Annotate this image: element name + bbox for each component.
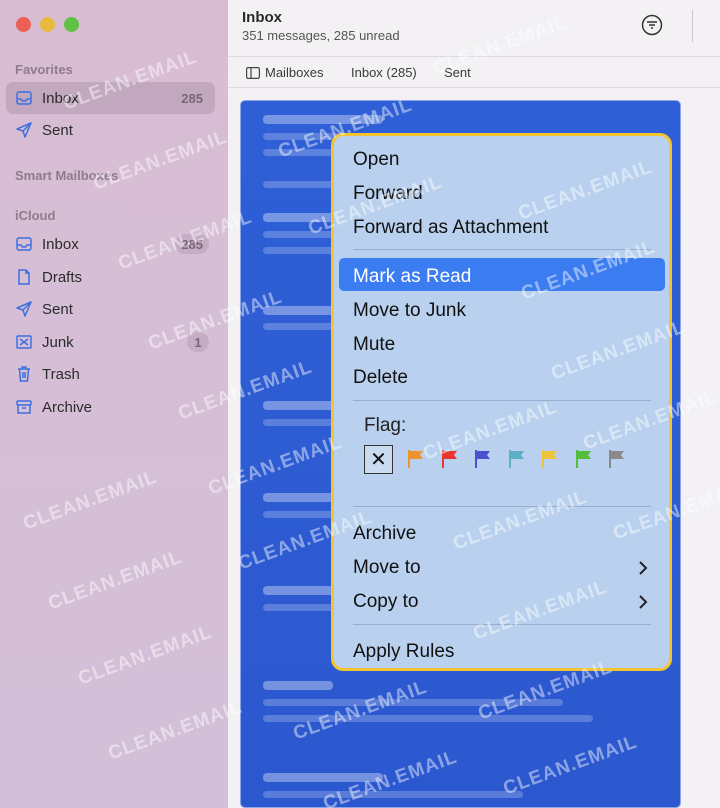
list-item <box>263 773 383 782</box>
archive-icon <box>15 398 33 416</box>
tab-bar: Mailboxes Inbox (285) Sent <box>228 56 720 88</box>
list-item <box>263 681 333 690</box>
filter-icon[interactable] <box>641 14 663 36</box>
list-item <box>263 115 383 124</box>
trash-icon <box>15 365 33 383</box>
unread-count-badge: 285 <box>175 234 209 254</box>
context-menu: Open Forward Forward as Attachment Mark … <box>331 133 672 671</box>
flag-green-icon[interactable] <box>573 448 595 470</box>
tab-inbox[interactable]: Inbox (285) <box>351 65 417 80</box>
menu-item-mark-as-read[interactable]: Mark as Read <box>353 266 471 288</box>
junk-icon <box>15 333 33 351</box>
flag-picker: ✕ <box>364 444 640 474</box>
sidebar-item-icloud-drafts[interactable]: Drafts <box>6 261 215 293</box>
sidebar-item-icloud-sent[interactable]: Sent <box>6 293 215 325</box>
flag-orange-icon[interactable] <box>405 448 427 470</box>
menu-separator <box>353 400 651 401</box>
menu-item-copy-to[interactable]: Copy to <box>353 591 418 613</box>
clear-flag-button[interactable]: ✕ <box>364 444 393 474</box>
menu-item-forward-as-attachment[interactable]: Forward as Attachment <box>353 217 548 239</box>
sidebar-item-label: Junk <box>42 333 74 351</box>
icloud-section-label: iCloud <box>15 208 56 223</box>
chevron-right-icon <box>639 561 648 575</box>
sidebar-item-favorites-inbox[interactable]: Inbox 285 <box>6 82 215 114</box>
tab-label: Mailboxes <box>265 65 324 80</box>
flag-red-icon[interactable] <box>439 448 461 470</box>
inbox-icon <box>15 89 33 107</box>
list-item <box>263 791 523 798</box>
flag-label: Flag: <box>364 415 407 436</box>
menu-item-mute[interactable]: Mute <box>353 334 395 356</box>
zoom-window-button[interactable] <box>64 17 79 32</box>
inbox-icon <box>15 235 33 253</box>
menu-item-forward[interactable]: Forward <box>353 183 423 205</box>
junk-count-badge: 1 <box>187 332 209 352</box>
menu-item-apply-rules[interactable]: Apply Rules <box>353 641 454 663</box>
sidebar-item-icloud-archive[interactable]: Archive <box>6 391 215 423</box>
drafts-icon <box>15 268 33 286</box>
unread-count-badge: 285 <box>181 90 203 106</box>
sidebar-item-label: Inbox <box>42 235 79 253</box>
menu-separator <box>353 506 651 507</box>
flag-yellow-icon[interactable] <box>539 448 561 470</box>
sidebar-item-label: Drafts <box>42 268 83 286</box>
sidebar-toggle-icon <box>246 66 260 79</box>
window-controls <box>16 17 79 32</box>
minimize-window-button[interactable] <box>40 17 55 32</box>
smart-mailboxes-section-label: Smart Mailboxes <box>15 168 119 183</box>
menu-item-move-to-junk[interactable]: Move to Junk <box>353 300 466 322</box>
tab-label: Inbox (285) <box>351 65 417 80</box>
sidebar: Favorites Inbox 285 Sent Smart Mailboxes… <box>0 0 228 808</box>
menu-item-move-to[interactable]: Move to <box>353 557 421 579</box>
flag-purple-icon[interactable] <box>472 448 494 470</box>
sidebar-item-icloud-junk[interactable]: Junk 1 <box>6 326 215 358</box>
menu-item-delete[interactable]: Delete <box>353 367 408 389</box>
mailbox-subtitle: 351 messages, 285 unread <box>242 28 400 43</box>
chevron-right-icon <box>639 595 648 609</box>
sidebar-item-icloud-inbox[interactable]: Inbox 285 <box>6 228 215 260</box>
menu-item-archive[interactable]: Archive <box>353 523 416 545</box>
toolbar-divider <box>692 10 693 42</box>
tab-label: Sent <box>444 65 471 80</box>
sidebar-item-label: Trash <box>42 365 80 383</box>
favorites-section-label: Favorites <box>15 62 73 77</box>
sidebar-item-favorites-sent[interactable]: Sent <box>6 114 215 146</box>
sidebar-item-label: Sent <box>42 300 73 318</box>
list-item <box>263 715 593 722</box>
close-window-button[interactable] <box>16 17 31 32</box>
menu-separator <box>353 624 651 625</box>
sidebar-item-label: Inbox <box>42 89 79 107</box>
menu-item-open[interactable]: Open <box>353 149 399 171</box>
sidebar-item-icloud-trash[interactable]: Trash <box>6 358 215 390</box>
sent-icon <box>15 300 33 318</box>
tab-mailboxes[interactable]: Mailboxes <box>246 65 324 80</box>
mailbox-title: Inbox <box>242 9 282 26</box>
sidebar-item-label: Archive <box>42 398 93 416</box>
flag-blue-icon[interactable] <box>506 448 528 470</box>
list-item <box>263 699 563 706</box>
menu-separator <box>353 249 651 250</box>
sidebar-item-label: Sent <box>42 121 73 139</box>
sent-icon <box>15 121 33 139</box>
flag-gray-icon[interactable] <box>606 448 628 470</box>
tab-sent[interactable]: Sent <box>444 65 471 80</box>
